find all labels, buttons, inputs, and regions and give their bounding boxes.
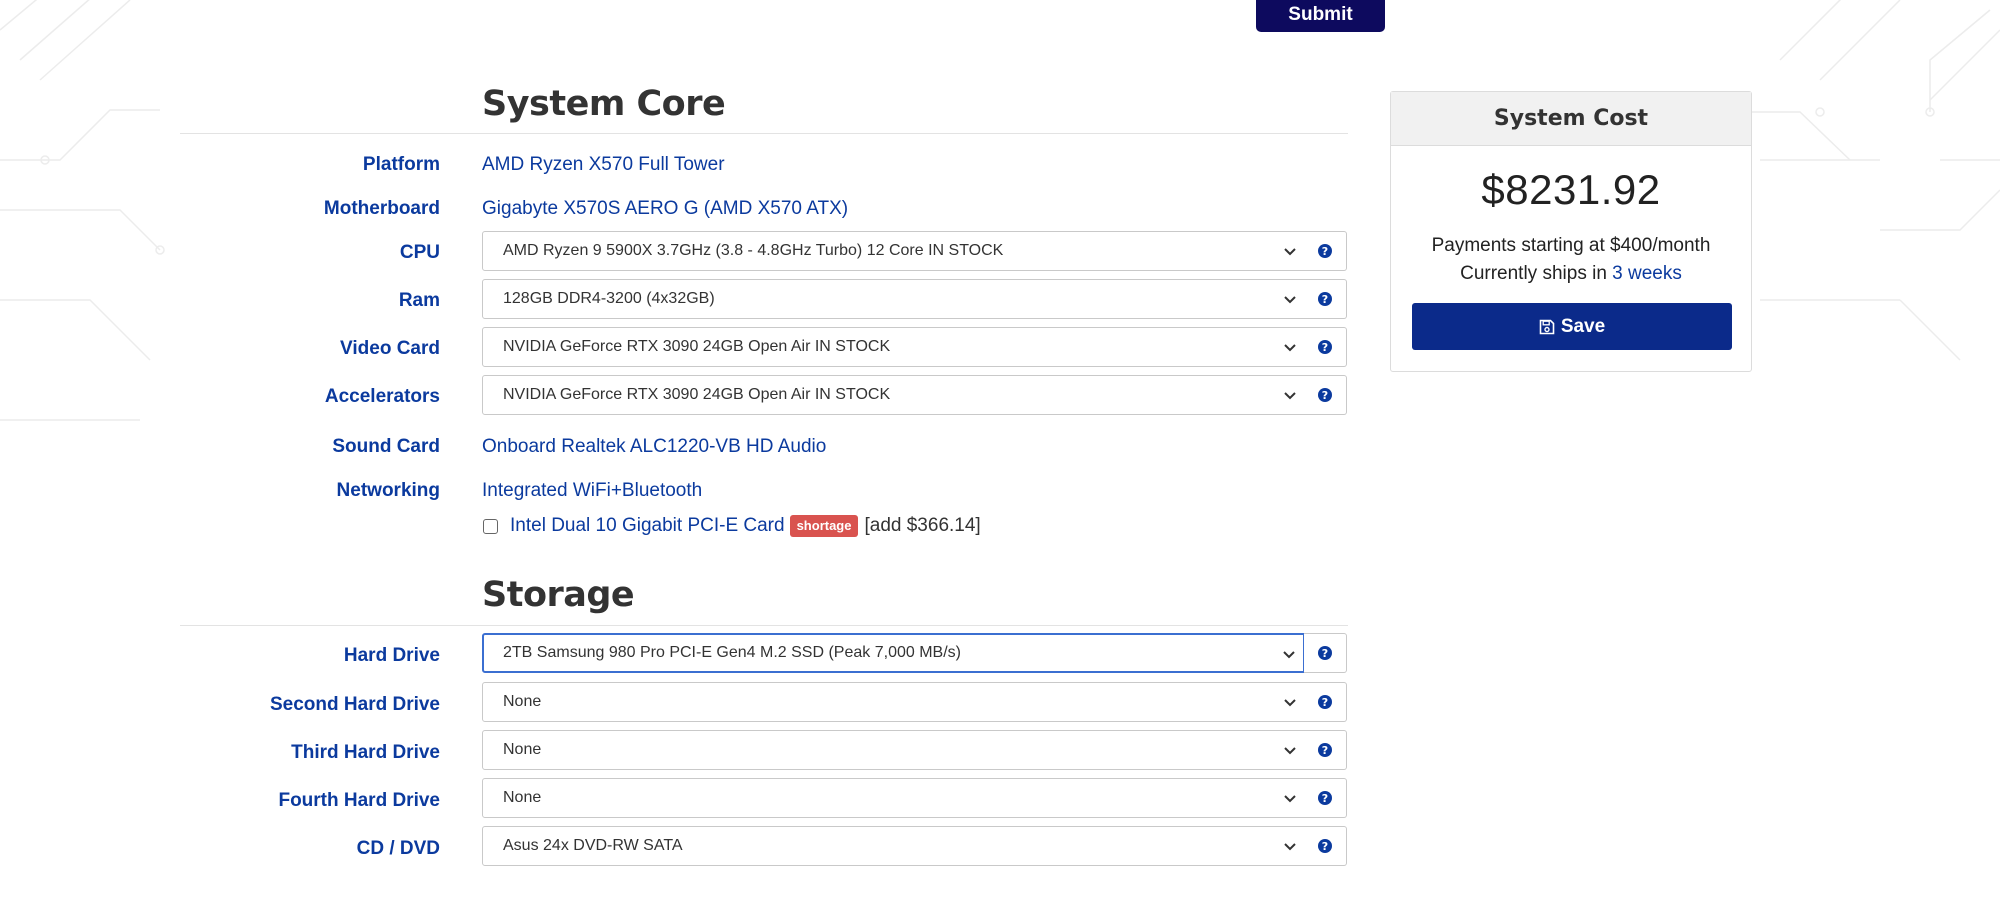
motherboard-label: Motherboard <box>323 198 440 219</box>
cd-dvd-help-button[interactable]: ? <box>1304 826 1347 866</box>
sound-card-label: Sound Card <box>332 436 440 457</box>
payments-text: Payments starting at $400/month <box>1431 235 1711 256</box>
system-cost-total: $8231.92 <box>1481 166 1661 213</box>
video-card-help-button[interactable]: ? <box>1304 327 1347 367</box>
platform-value: AMD Ryzen X570 Full Tower <box>482 154 725 175</box>
second-hard-drive-help-button[interactable]: ? <box>1304 682 1347 722</box>
third-hard-drive-label: Third Hard Drive <box>291 742 440 763</box>
system-cost-panel: System Cost $8231.92 Payments starting a… <box>1390 91 1752 372</box>
cpu-label: CPU <box>399 242 440 263</box>
networking-addon-price: [add $366.14] <box>864 515 981 536</box>
section-title-storage: Storage <box>482 575 635 615</box>
networking-addon-checkbox[interactable] <box>483 518 498 534</box>
fourth-hard-drive-select[interactable]: None <box>482 778 1305 818</box>
networking-value: Integrated WiFi+Bluetooth <box>482 480 703 501</box>
cpu-help-button[interactable]: ? <box>1304 231 1347 271</box>
video-card-label: Video Card <box>340 338 440 359</box>
save-label: Save <box>1560 315 1606 337</box>
platform-label: Platform <box>362 154 440 175</box>
hard-drive-help-button[interactable]: ? <box>1304 633 1347 673</box>
accelerators-label: Accelerators <box>324 386 440 407</box>
third-hard-drive-select[interactable]: None <box>482 730 1305 770</box>
question-circle-icon: ? <box>1318 388 1332 402</box>
ram-select[interactable]: 128GB DDR4-3200 (4x32GB) <box>482 279 1305 319</box>
fourth-hard-drive-help-button[interactable]: ? <box>1304 778 1347 818</box>
chevron-down-icon <box>1284 843 1296 851</box>
sound-card-value: Onboard Realtek ALC1220-VB HD Audio <box>482 436 827 457</box>
ships-text: Currently ships in 3 weeks <box>1391 260 1751 288</box>
video-card-select[interactable]: NVIDIA GeForce RTX 3090 24GB Open Air IN… <box>482 327 1305 367</box>
chevron-down-icon <box>1284 392 1296 400</box>
cd-dvd-select[interactable]: Asus 24x DVD-RW SATA <box>482 826 1305 866</box>
cd-dvd-selected-value: Asus 24x DVD-RW SATA <box>503 837 683 854</box>
save-button[interactable]: Save <box>1412 303 1732 350</box>
question-circle-icon: ? <box>1318 839 1332 853</box>
question-circle-icon: ? <box>1318 791 1332 805</box>
third-hard-drive-help-button[interactable]: ? <box>1304 730 1347 770</box>
cpu-select[interactable]: AMD Ryzen 9 5900X 3.7GHz (3.8 - 4.8GHz T… <box>482 231 1305 271</box>
chevron-down-icon <box>1283 651 1295 659</box>
ram-help-button[interactable]: ? <box>1304 279 1347 319</box>
floppy-disk-icon <box>1539 319 1555 334</box>
section-title-system-core: System Core <box>482 84 726 124</box>
chevron-down-icon <box>1284 296 1296 304</box>
question-circle-icon: ? <box>1318 743 1332 757</box>
hard-drive-selected-value: 2TB Samsung 980 Pro PCI-E Gen4 M.2 SSD (… <box>503 644 961 661</box>
submit-button[interactable]: Submit <box>1256 0 1385 32</box>
question-circle-icon: ? <box>1318 646 1332 660</box>
section-divider <box>180 133 1348 134</box>
accelerators-selected-value: NVIDIA GeForce RTX 3090 24GB Open Air IN… <box>503 386 891 403</box>
ships-time-link[interactable]: 3 weeks <box>1612 263 1682 284</box>
fourth-hard-drive-selected-value: None <box>503 789 542 806</box>
networking-addon-option: Intel Dual 10 Gigabit PCI-E Card shortag… <box>483 515 981 537</box>
section-divider <box>180 625 1348 626</box>
cpu-selected-value: AMD Ryzen 9 5900X 3.7GHz (3.8 - 4.8GHz T… <box>503 242 1004 259</box>
ram-selected-value: 128GB DDR4-3200 (4x32GB) <box>503 290 715 307</box>
ram-label: Ram <box>398 290 440 311</box>
question-circle-icon: ? <box>1318 292 1332 306</box>
shortage-badge: shortage <box>789 515 859 537</box>
question-circle-icon: ? <box>1318 244 1332 258</box>
question-circle-icon: ? <box>1318 695 1332 709</box>
question-circle-icon: ? <box>1318 340 1332 354</box>
cd-dvd-label: CD / DVD <box>356 838 440 859</box>
motherboard-value: Gigabyte X570S AERO G (AMD X570 ATX) <box>482 198 849 219</box>
second-hard-drive-select[interactable]: None <box>482 682 1305 722</box>
accelerators-select[interactable]: NVIDIA GeForce RTX 3090 24GB Open Air IN… <box>482 375 1305 415</box>
ships-prefix: Currently ships in <box>1460 263 1613 284</box>
fourth-hard-drive-label: Fourth Hard Drive <box>278 790 440 811</box>
hard-drive-label: Hard Drive <box>343 645 440 666</box>
second-hard-drive-selected-value: None <box>503 693 542 710</box>
accelerators-help-button[interactable]: ? <box>1304 375 1347 415</box>
chevron-down-icon <box>1284 344 1296 352</box>
second-hard-drive-label: Second Hard Drive <box>270 694 440 715</box>
chevron-down-icon <box>1284 795 1296 803</box>
chevron-down-icon <box>1284 248 1296 256</box>
chevron-down-icon <box>1284 747 1296 755</box>
hard-drive-select[interactable]: 2TB Samsung 980 Pro PCI-E Gen4 M.2 SSD (… <box>482 633 1305 673</box>
video-card-selected-value: NVIDIA GeForce RTX 3090 24GB Open Air IN… <box>503 338 891 355</box>
networking-addon-name[interactable]: Intel Dual 10 Gigabit PCI-E Card <box>510 515 785 537</box>
networking-label: Networking <box>336 480 440 501</box>
third-hard-drive-selected-value: None <box>503 741 542 758</box>
system-cost-title: System Cost <box>1391 92 1751 146</box>
chevron-down-icon <box>1284 699 1296 707</box>
